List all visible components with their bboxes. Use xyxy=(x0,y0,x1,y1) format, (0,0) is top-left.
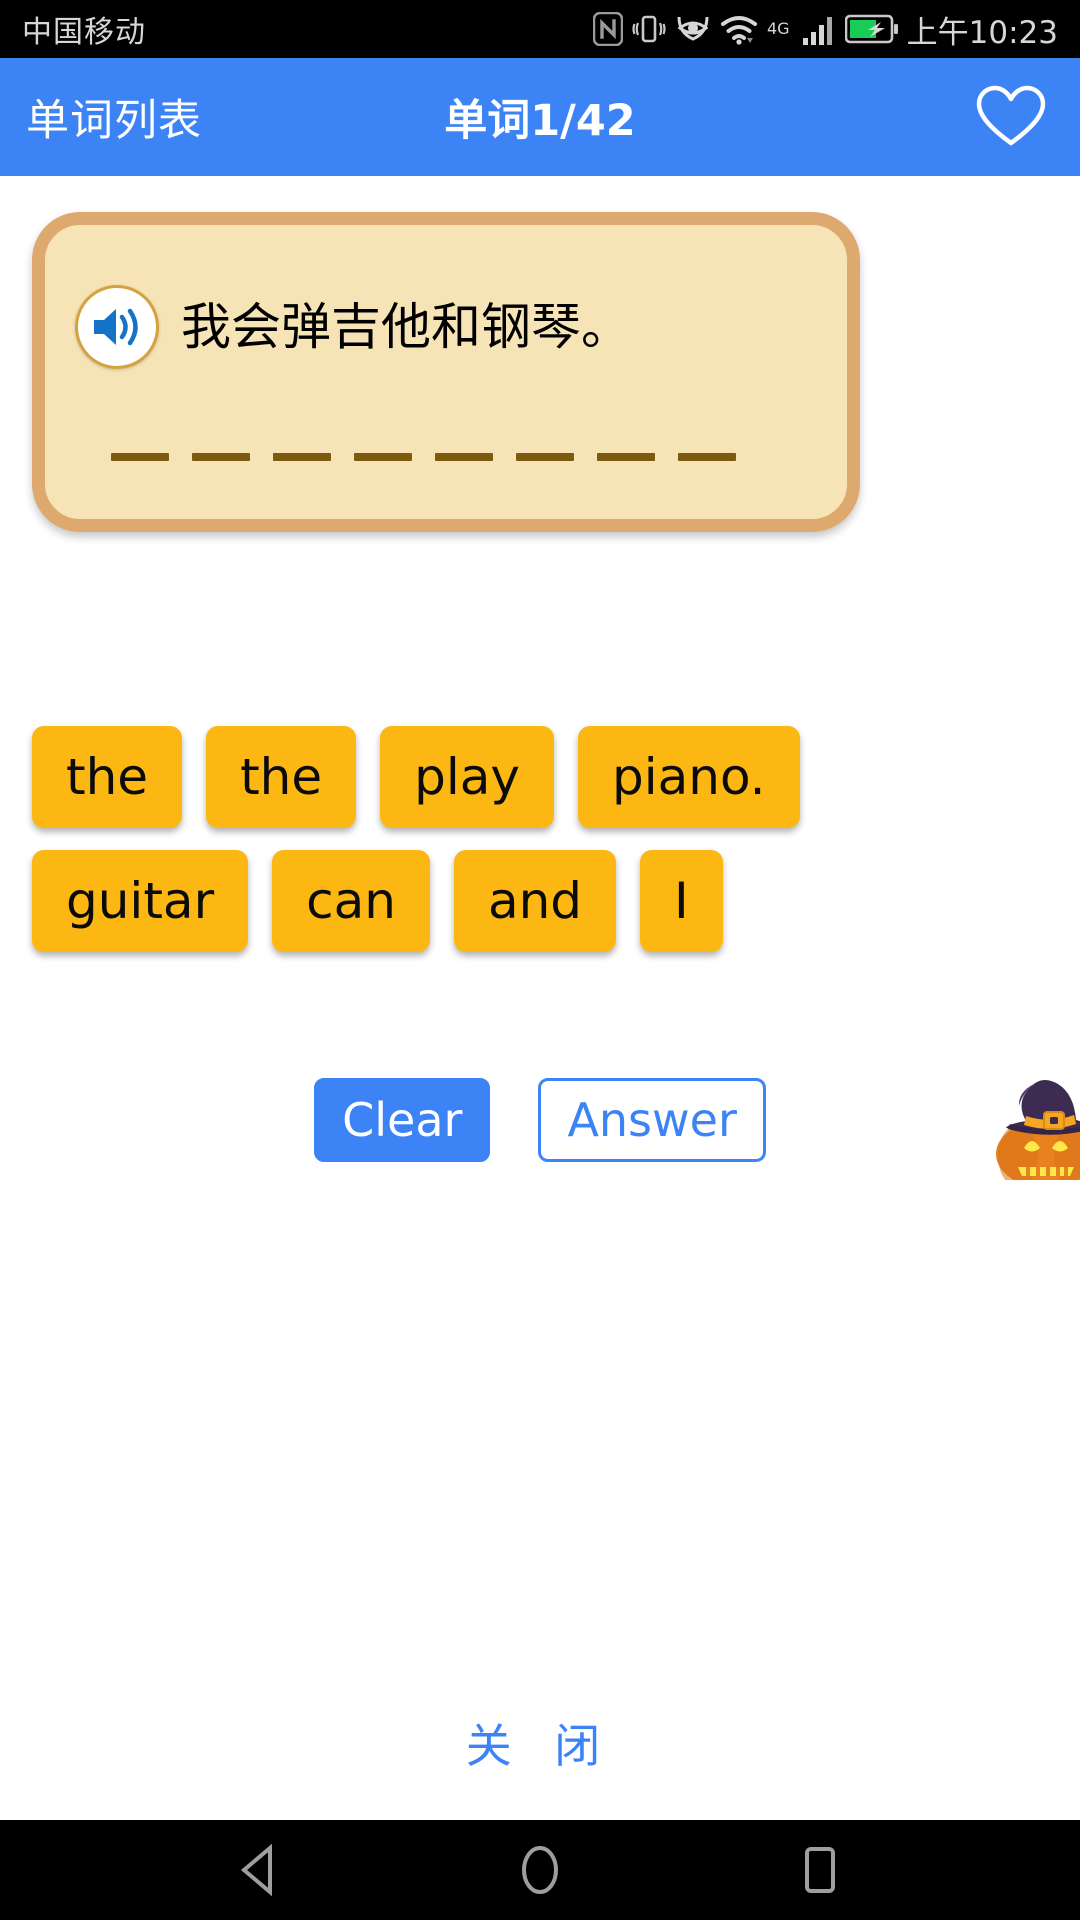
nav-back-button[interactable] xyxy=(215,1825,305,1915)
nav-recents-button[interactable] xyxy=(775,1825,865,1915)
app-bar: 单词列表 单词1/42 xyxy=(0,58,1080,176)
word-tile[interactable]: can xyxy=(272,850,430,952)
sentence-text: 我会弹吉他和钢琴。 xyxy=(181,298,631,356)
heart-outline-icon xyxy=(976,85,1046,146)
back-to-word-list-button[interactable]: 单词列表 xyxy=(26,86,202,148)
status-clock: 上午10:23 xyxy=(906,14,1058,51)
favorite-button[interactable] xyxy=(976,82,1046,152)
android-nav-bar xyxy=(0,1820,1080,1920)
status-icons: 4G xyxy=(592,12,899,46)
word-tile[interactable]: play xyxy=(380,726,554,828)
clear-button[interactable]: Clear xyxy=(314,1078,491,1162)
nav-home-circle-icon xyxy=(522,1846,558,1894)
word-tile[interactable]: the xyxy=(32,726,183,828)
blank-slot[interactable] xyxy=(273,453,331,461)
speaker-sound-icon xyxy=(94,308,138,346)
word-tile[interactable]: I xyxy=(640,850,723,952)
nav-home-button[interactable] xyxy=(495,1825,585,1915)
carrier-label: 中国移动 xyxy=(22,15,146,50)
mobile-data-4g-icon: 4G xyxy=(767,19,790,38)
close-button[interactable]: 关 闭 xyxy=(0,1710,1080,1776)
blank-slot[interactable] xyxy=(678,453,736,461)
blank-slot[interactable] xyxy=(435,453,493,461)
blank-slot[interactable] xyxy=(192,453,250,461)
svg-text:4G: 4G xyxy=(767,19,790,38)
answer-blanks[interactable] xyxy=(111,453,736,461)
battery-charging-icon xyxy=(844,14,898,44)
word-tile-bank: the the play piano. guitar can and I xyxy=(32,726,1032,952)
word-tile[interactable]: the xyxy=(206,726,357,828)
word-tile[interactable]: piano. xyxy=(577,726,800,828)
blank-slot[interactable] xyxy=(354,453,412,461)
signal-bars-icon xyxy=(802,17,832,45)
sentence-card: 我会弹吉他和钢琴。 xyxy=(32,212,860,532)
blank-slot[interactable] xyxy=(516,453,574,461)
action-row: Clear Answer xyxy=(0,1078,1080,1162)
app-screen: 中国移动 4G 上午10:23 单词列表 单词1/42 我会弹吉他和钢琴。 th… xyxy=(0,0,1080,1920)
answer-button[interactable]: Answer xyxy=(538,1078,766,1162)
play-audio-button[interactable] xyxy=(75,285,159,369)
vibrate-icon xyxy=(632,15,666,43)
nav-recents-square-icon xyxy=(805,1847,835,1893)
blank-slot[interactable] xyxy=(111,453,169,461)
blank-slot[interactable] xyxy=(597,453,655,461)
wifi-icon xyxy=(720,16,757,45)
sentence-row: 我会弹吉他和钢琴。 xyxy=(75,285,631,369)
nfc-icon xyxy=(592,12,623,46)
eye-comfort-icon xyxy=(677,16,709,41)
halloween-pumpkin-witch-hat-icon xyxy=(988,1068,1080,1180)
status-bar: 中国移动 4G 上午10:23 xyxy=(0,0,1080,58)
nav-back-triangle-icon xyxy=(240,1844,272,1896)
word-tile[interactable]: and xyxy=(453,850,617,952)
word-tile[interactable]: guitar xyxy=(32,850,249,952)
